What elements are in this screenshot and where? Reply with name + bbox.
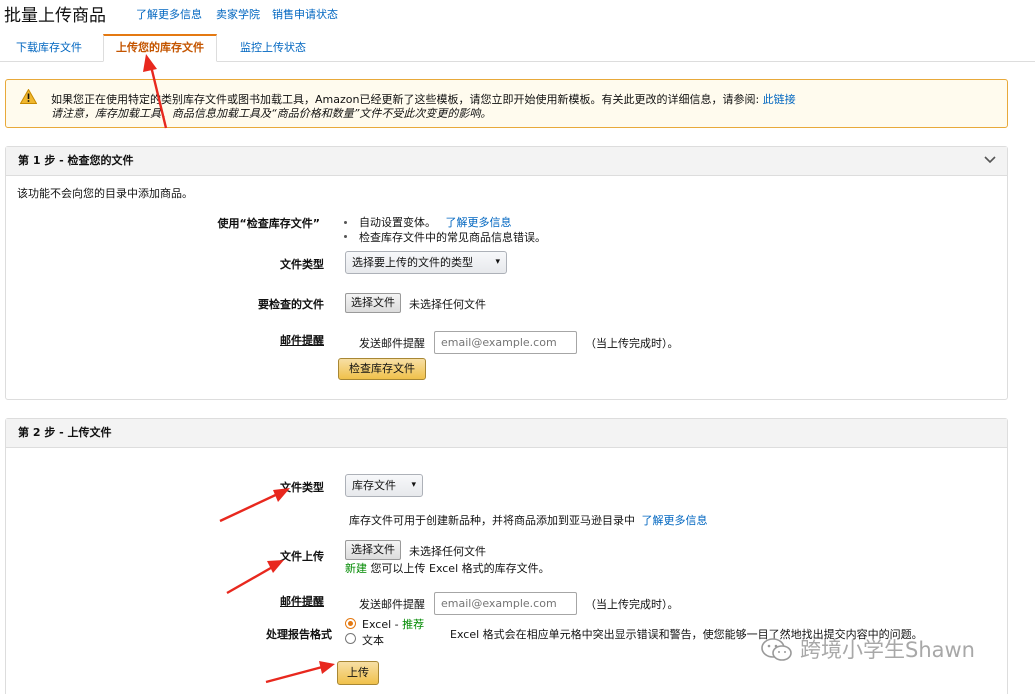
tab-upload-inventory[interactable]: 上传您的库存文件 [103, 34, 217, 62]
step2-email-label: 邮件提醒 [280, 595, 324, 608]
upload-note: 新建 您可以上传 Excel 格式的库存文件。 [345, 560, 550, 576]
step2-email-input[interactable] [434, 592, 577, 615]
chevron-down-icon: ▾ [411, 480, 416, 490]
report-excel-radio[interactable] [345, 618, 356, 629]
alert-note: 请注意，库存加载工具、商品信息加载工具及“商品价格和数量”文件不受此次变更的影响… [51, 107, 492, 120]
warning-icon [20, 89, 37, 104]
bullet-icon [344, 221, 347, 224]
variation-learn-more-link[interactable]: 了解更多信息 [446, 216, 512, 229]
chevron-down-icon[interactable] [984, 156, 996, 164]
step1-no-file-text: 未选择任何文件 [409, 298, 486, 311]
upload-note-text: 您可以上传 Excel 格式的库存文件。 [370, 562, 550, 575]
report-text-radio[interactable] [345, 633, 356, 644]
step1-header[interactable]: 第 1 步 - 检查您的文件 [6, 147, 1007, 176]
alert-details-link[interactable]: 此链接 [763, 93, 796, 106]
step2-no-file-text: 未选择任何文件 [409, 545, 486, 558]
step2-file-type-label: 文件类型 [280, 481, 324, 494]
step1-email-suffix: （当上传完成时）。 [585, 337, 679, 350]
check-inventory-button[interactable]: 检查库存文件 [338, 358, 426, 380]
wechat-icon [761, 638, 792, 661]
step1-email-prefix: 发送邮件提醒 [359, 337, 425, 350]
file-type-learn-more-link[interactable]: 了解更多信息 [642, 514, 708, 527]
report-format-label: 处理报告格式 [266, 628, 332, 641]
bullet-auto-variation: 自动设置变体。 了解更多信息 [359, 214, 512, 230]
step1-choose-file-button[interactable]: 选择文件 [345, 293, 401, 313]
step2-file-type-value: 库存文件 [352, 479, 396, 492]
bullet-check-errors: 检查库存文件中的常见商品信息错误。 [359, 231, 546, 244]
step1-file-type-value: 选择要上传的文件的类型 [352, 256, 473, 269]
report-text-label[interactable]: 文本 [362, 632, 384, 648]
page-title: 批量上传商品 [4, 6, 106, 26]
report-excel-separator: - [391, 618, 403, 631]
step2-file-type-select[interactable]: 库存文件 ▾ [345, 474, 423, 497]
file-to-check-label: 要检查的文件 [258, 298, 324, 311]
step1-email-input[interactable] [434, 331, 577, 354]
upload-button[interactable]: 上传 [337, 661, 379, 685]
file-upload-label: 文件上传 [280, 550, 324, 563]
selling-application-status-link[interactable]: 销售申请状态 [272, 6, 338, 22]
step1-description: 该功能不会向您的目录中添加商品。 [17, 187, 193, 200]
step1-file-type-label: 文件类型 [280, 258, 324, 271]
file-type-help-text: 库存文件可用于创建新品种，并将商品添加到亚马逊目录中 [349, 514, 635, 527]
step2-choose-file-button[interactable]: 选择文件 [345, 540, 401, 560]
tab-download-inventory[interactable]: 下载库存文件 [16, 34, 82, 62]
new-badge: 新建 [345, 562, 367, 575]
step1-email-label: 邮件提醒 [280, 334, 324, 347]
bullet-icon [344, 235, 347, 238]
watermark-text: 跨境小学生Shawn [800, 638, 975, 662]
bullet-auto-variation-text: 自动设置变体。 [359, 216, 436, 229]
step2-email-prefix: 发送邮件提醒 [359, 598, 425, 611]
use-check-label: 使用“检查库存文件” [217, 217, 320, 230]
step2-header: 第 2 步 - 上传文件 [6, 419, 1007, 448]
report-excel-label: Excel [362, 618, 392, 631]
learn-more-link[interactable]: 了解更多信息 [136, 6, 202, 22]
file-type-help: 库存文件可用于创建新品种，并将商品添加到亚马逊目录中 了解更多信息 [349, 512, 708, 528]
tab-monitor-upload[interactable]: 监控上传状态 [240, 34, 306, 62]
seller-university-link[interactable]: 卖家学院 [216, 6, 260, 22]
step1-file-type-select[interactable]: 选择要上传的文件的类型 ▾ [345, 251, 507, 274]
chevron-down-icon: ▾ [495, 257, 500, 267]
step2-email-suffix: （当上传完成时）。 [585, 598, 679, 611]
step2-title: 第 2 步 - 上传文件 [18, 426, 112, 439]
step1-title: 第 1 步 - 检查您的文件 [18, 154, 134, 167]
recommended-badge: 推荐 [402, 618, 425, 631]
report-excel-option[interactable]: Excel - 推荐 [362, 616, 424, 632]
